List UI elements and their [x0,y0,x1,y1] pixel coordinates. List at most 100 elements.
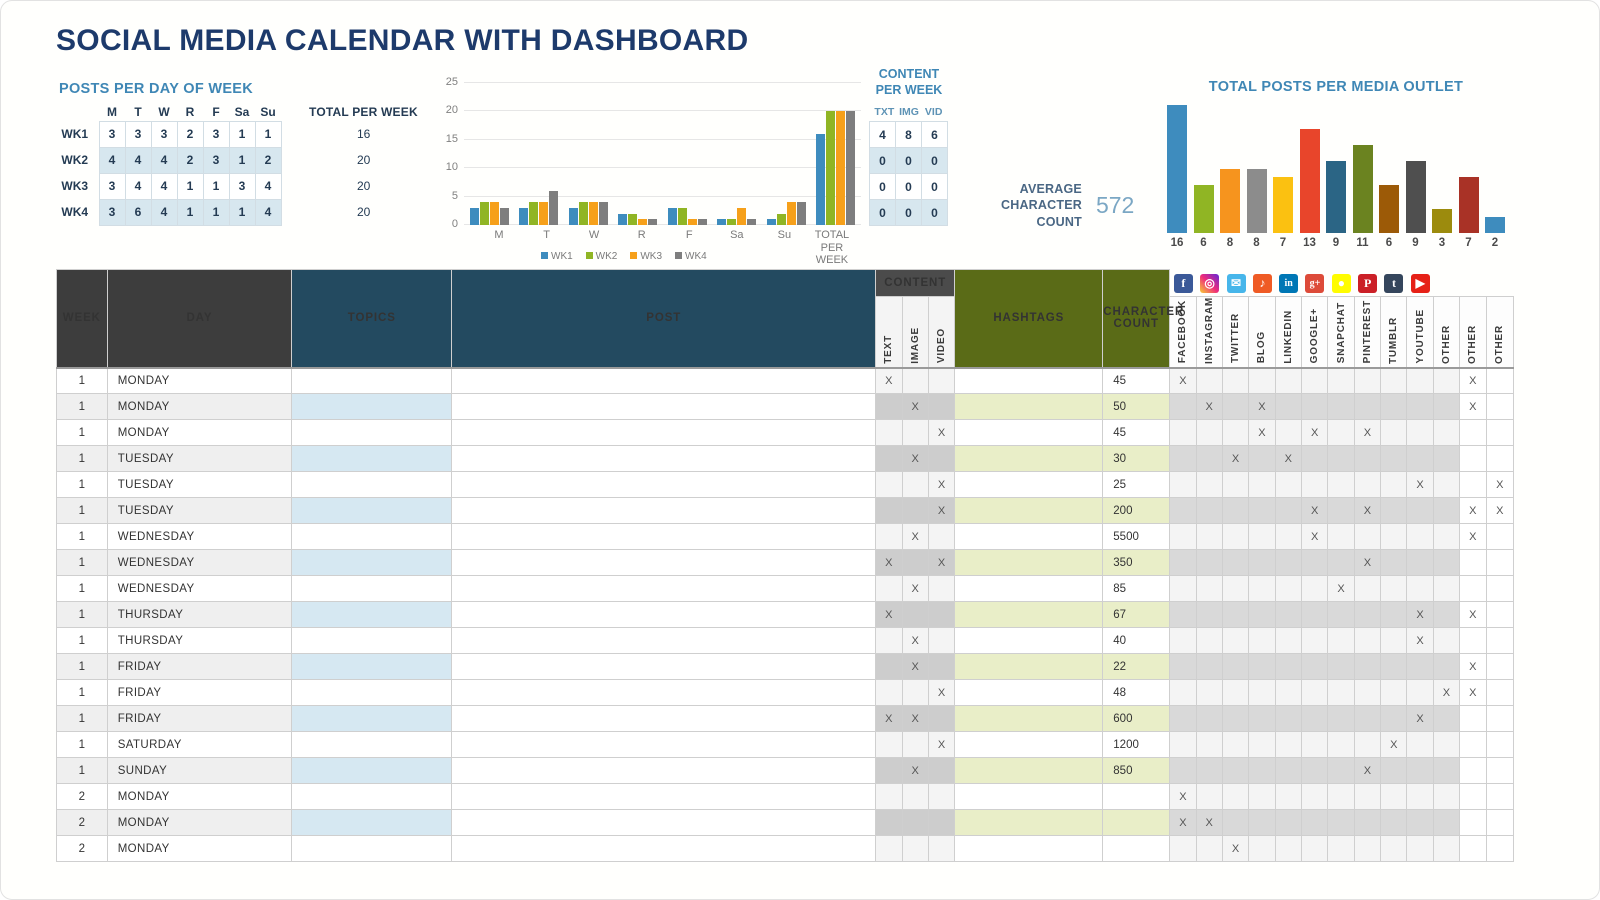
cell-outlet-other-11[interactable] [1459,445,1487,473]
cell-outlet-pinterest-7[interactable] [1353,679,1382,707]
cell-outlet-facebook-0[interactable] [1169,497,1197,525]
cell-week[interactable]: 1 [56,679,108,707]
cell-outlet-instagram-1[interactable] [1195,471,1223,499]
cell-outlet-other-10[interactable] [1432,757,1461,785]
cell-outlet-tumblr-8[interactable] [1380,809,1408,837]
cell-outlet-linkedin-4[interactable] [1274,783,1302,811]
cell-topics[interactable] [291,549,453,577]
cell-character-count[interactable]: 350 [1102,549,1171,577]
cell-content-video[interactable] [927,523,956,551]
cell-outlet-other-11[interactable]: X [1459,366,1487,395]
cell-outlet-tumblr-8[interactable] [1380,445,1408,473]
cell-outlet-other-10[interactable] [1432,731,1461,759]
cell-topics[interactable] [291,627,453,655]
cell-outlet-pinterest-7[interactable] [1353,809,1382,837]
cell-character-count[interactable]: 850 [1102,757,1171,785]
cell-topics[interactable] [291,393,453,421]
cell-content-video[interactable] [927,445,956,473]
cell-topics[interactable] [291,835,453,863]
cell-outlet-youtube-9[interactable]: X [1406,471,1434,499]
cell-character-count[interactable]: 48 [1102,679,1171,707]
cell-outlet-other-11[interactable] [1459,835,1487,863]
cell-outlet-pinterest-7[interactable] [1353,575,1382,603]
cell-outlet-other-12[interactable] [1485,653,1514,681]
cell-outlet-blog-3[interactable] [1248,731,1276,759]
cell-outlet-linkedin-4[interactable] [1274,497,1302,525]
table-row[interactable]: 1 FRIDAY X X 600 X [56,705,1514,733]
cell-outlet-pinterest-7[interactable]: X [1353,497,1382,525]
cell-outlet-snapchat-6[interactable] [1327,705,1355,733]
table-row[interactable]: 1 TUESDAY X 30 X X [56,445,1514,473]
cell-post[interactable] [451,809,877,837]
cell-post[interactable] [451,393,877,421]
cell-outlet-other-10[interactable] [1432,809,1461,837]
cell-outlet-snapchat-6[interactable] [1327,809,1355,837]
cell-outlet-other-10[interactable] [1432,445,1461,473]
cell-hashtags[interactable] [954,705,1104,733]
cell-hashtags[interactable] [954,757,1104,785]
cell-outlet-pinterest-7[interactable] [1353,366,1382,395]
cell-content-image[interactable] [901,783,929,811]
cell-content-image[interactable]: X [901,575,929,603]
cell-hashtags[interactable] [954,783,1104,811]
cell-outlet-twitter-2[interactable] [1221,783,1250,811]
cell-content-video[interactable] [927,627,956,655]
cell-outlet-linkedin-4[interactable] [1274,523,1302,551]
cell-outlet-other-11[interactable] [1459,549,1487,577]
cell-outlet-other-11[interactable] [1459,575,1487,603]
cell-day[interactable]: TUESDAY [106,497,293,525]
cell-outlet-pinterest-7[interactable] [1353,705,1382,733]
cell-hashtags[interactable] [954,679,1104,707]
cell-outlet-facebook-0[interactable] [1169,679,1197,707]
cell-content-video[interactable]: X [927,497,956,525]
cell-outlet-youtube-9[interactable] [1406,393,1434,421]
cell-content-image[interactable] [901,601,929,629]
cell-character-count[interactable]: 5500 [1102,523,1171,551]
cell-outlet-snapchat-6[interactable] [1327,549,1355,577]
cell-character-count[interactable] [1102,809,1171,837]
cell-outlet-tumblr-8[interactable] [1380,575,1408,603]
cell-outlet-instagram-1[interactable] [1195,445,1223,473]
cell-day[interactable]: MONDAY [106,835,293,863]
cell-week[interactable]: 1 [56,366,108,395]
cell-post[interactable] [451,757,877,785]
cell-content-video[interactable]: X [927,679,956,707]
cell-outlet-google-plus-5[interactable] [1300,575,1329,603]
cell-week[interactable]: 1 [56,757,108,785]
cell-outlet-other-11[interactable] [1459,627,1487,655]
cell-outlet-google-plus-5[interactable] [1300,471,1329,499]
cell-outlet-twitter-2[interactable] [1221,549,1250,577]
cell-outlet-blog-3[interactable]: X [1248,419,1276,447]
cell-outlet-google-plus-5[interactable] [1300,366,1329,395]
cell-week[interactable]: 1 [56,497,108,525]
cell-content-text[interactable] [875,679,903,707]
table-row[interactable]: 1 WEDNESDAY X 5500 X X [56,523,1514,551]
cell-outlet-youtube-9[interactable] [1406,445,1434,473]
cell-post[interactable] [451,679,877,707]
cell-content-text[interactable] [875,757,903,785]
cell-outlet-youtube-9[interactable] [1406,757,1434,785]
cell-outlet-other-11[interactable] [1459,419,1487,447]
cell-outlet-pinterest-7[interactable] [1353,627,1382,655]
cell-outlet-other-12[interactable] [1485,523,1514,551]
cell-outlet-linkedin-4[interactable] [1274,549,1302,577]
cell-outlet-snapchat-6[interactable] [1327,783,1355,811]
cell-outlet-other-10[interactable] [1432,471,1461,499]
cell-content-video[interactable]: X [927,471,956,499]
cell-outlet-other-12[interactable] [1485,679,1514,707]
cell-outlet-google-plus-5[interactable]: X [1300,419,1329,447]
cell-week[interactable]: 2 [56,809,108,837]
cell-outlet-google-plus-5[interactable] [1300,653,1329,681]
cell-outlet-pinterest-7[interactable] [1353,731,1382,759]
cell-outlet-blog-3[interactable] [1248,366,1276,395]
cell-outlet-twitter-2[interactable] [1221,601,1250,629]
cell-day[interactable]: WEDNESDAY [106,575,293,603]
cell-content-text[interactable] [875,575,903,603]
cell-week[interactable]: 1 [56,419,108,447]
cell-hashtags[interactable] [954,601,1104,629]
table-row[interactable]: 1 WEDNESDAY X X 350 X [56,549,1514,577]
cell-hashtags[interactable] [954,497,1104,525]
cell-outlet-tumblr-8[interactable] [1380,653,1408,681]
cell-outlet-other-11[interactable]: X [1459,497,1487,525]
cell-outlet-blog-3[interactable] [1248,497,1276,525]
